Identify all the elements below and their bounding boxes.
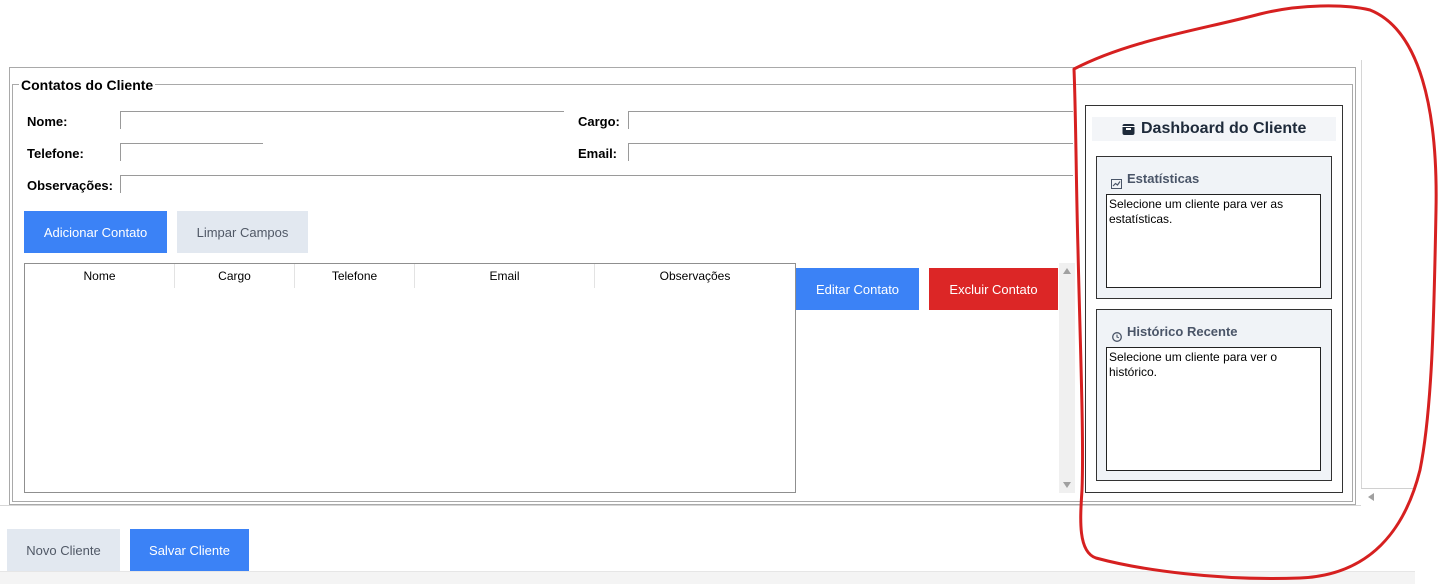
- annotation-circle: [1072, 4, 1438, 580]
